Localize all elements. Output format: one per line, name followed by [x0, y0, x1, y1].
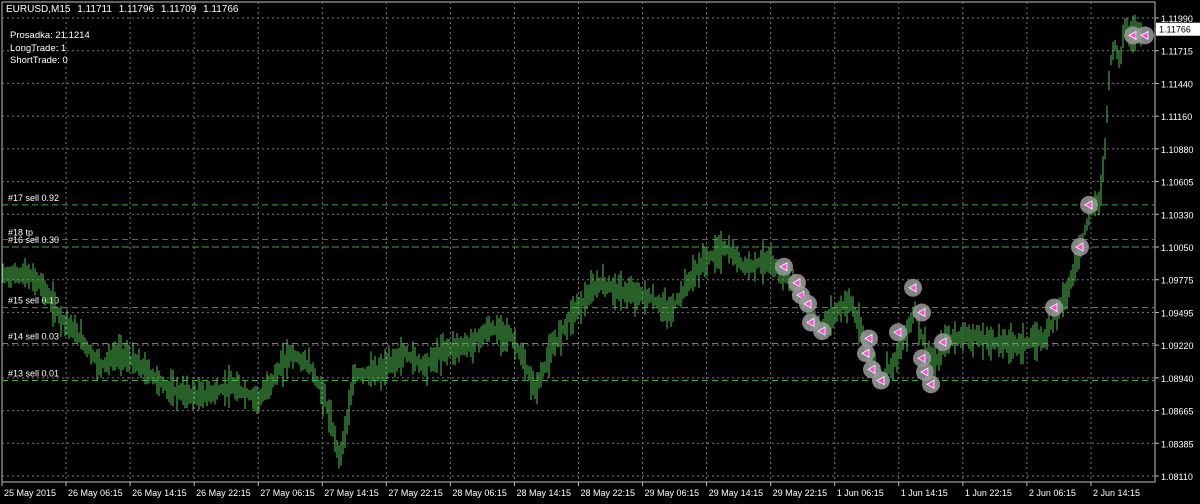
x-tick-label: 26 May 14:15: [132, 488, 187, 498]
y-tick-label: 1.11160: [1161, 112, 1192, 122]
prosadka-label: Prosadka: 21.1214: [10, 30, 90, 41]
x-tick-label: 1 Jun 22:15: [965, 488, 1012, 498]
long-trade-label: LongTrade: 1: [10, 43, 67, 54]
x-tick-label: 2 Jun 14:15: [1093, 488, 1140, 498]
x-tick-label: 26 May 06:15: [68, 488, 123, 498]
order-level-label: #14 sell 0.03: [8, 331, 59, 341]
x-tick-label: 27 May 22:15: [388, 488, 443, 498]
x-tick-label: 29 May 22:15: [773, 488, 828, 498]
y-tick-label: 1.09775: [1161, 276, 1194, 286]
current-price-label: 1.11766: [1159, 25, 1191, 35]
x-tick-label: 26 May 22:15: [196, 488, 251, 498]
y-tick-label: 1.08110: [1161, 472, 1193, 482]
x-tick-label: 27 May 06:15: [260, 488, 315, 498]
x-tick-label: 25 May 2015: [4, 488, 56, 498]
y-tick-label: 1.09495: [1161, 308, 1194, 318]
x-tick-label: 29 May 06:15: [645, 488, 700, 498]
x-tick-label: 28 May 14:15: [516, 488, 571, 498]
chart-canvas[interactable]: 1.11990 1.11715 1.11440 1.11160 1.10880 1.106…: [0, 0, 1200, 500]
order-level-label: #13 sell 0.01: [8, 369, 59, 379]
high-value: 1.11796: [118, 4, 155, 15]
close-value: 1.11766: [203, 4, 239, 15]
x-tick-label: 27 May 14:15: [324, 488, 379, 498]
y-tick-label: 1.11440: [1161, 79, 1193, 89]
x-tick-label: 2 Jun 06:15: [1029, 488, 1076, 498]
y-tick-label: 1.10880: [1161, 145, 1194, 155]
symbol-label: EURUSD,M15: [6, 4, 71, 15]
y-tick-label: 1.08940: [1161, 374, 1194, 384]
chart-header: EURUSD,M15 1.11711 1.11796 1.11709 1.117…: [6, 4, 242, 15]
y-tick-label: 1.08385: [1161, 439, 1194, 449]
x-tick-label: 1 Jun 06:15: [837, 488, 884, 498]
y-tick-label: 1.10330: [1161, 210, 1194, 220]
open-value: 1.11711: [77, 4, 112, 15]
y-tick-label: 1.10050: [1161, 243, 1194, 253]
price-chart[interactable]: 1.11990 1.11715 1.11440 1.11160 1.10880 1.106…: [0, 0, 1200, 500]
x-tick-label: 28 May 06:15: [452, 488, 507, 498]
y-tick-label: 1.08665: [1161, 407, 1194, 417]
y-tick-label: 1.11715: [1161, 47, 1193, 57]
order-level-label: #17 sell 0.92: [8, 193, 59, 203]
short-trade-label: ShortTrade: 0: [10, 55, 68, 66]
y-tick-label: 1.10605: [1161, 178, 1194, 188]
x-tick-label: 28 May 22:15: [581, 488, 636, 498]
y-tick-label: 1.09220: [1161, 341, 1194, 351]
low-value: 1.11709: [160, 4, 197, 15]
y-tick-label: 1.11990: [1161, 14, 1193, 24]
x-tick-label: 1 Jun 14:15: [901, 488, 948, 498]
x-tick-label: 29 May 14:15: [709, 488, 764, 498]
order-level-label: #16 sell 0.30: [8, 235, 59, 245]
